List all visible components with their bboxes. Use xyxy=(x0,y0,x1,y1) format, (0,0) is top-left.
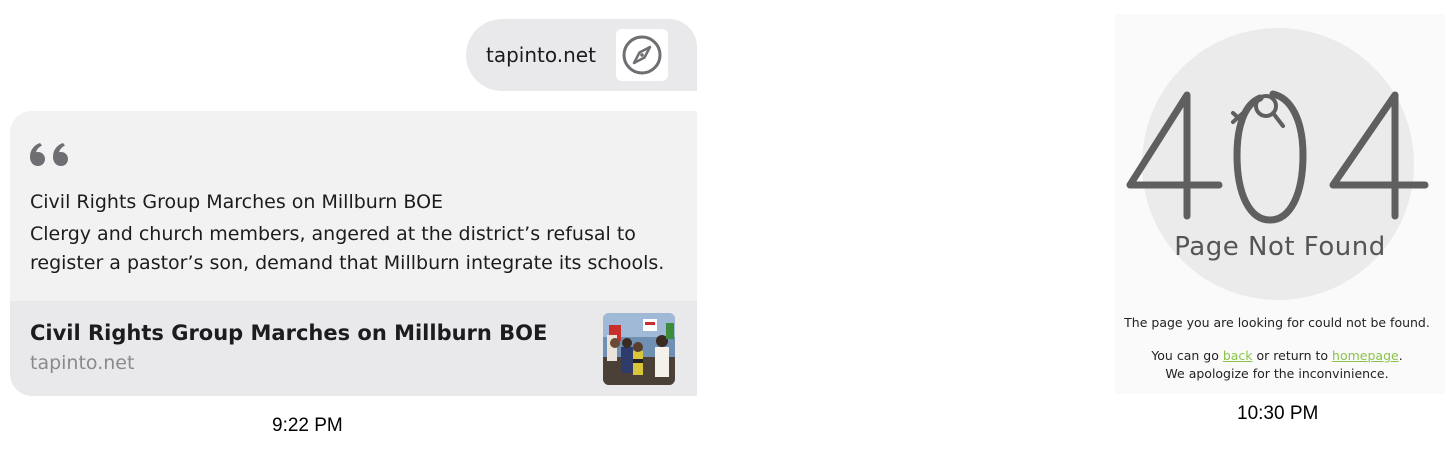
error-description: The page you are looking for could not b… xyxy=(1124,315,1430,330)
error-navigation-text: You can go back or return to homepage. xyxy=(1115,348,1439,363)
safari-link-button[interactable] xyxy=(616,29,668,81)
message-timestamp: 10:30 PM xyxy=(1237,403,1319,424)
link-domain: tapinto.net xyxy=(30,352,135,374)
link-title: Civil Rights Group Marches on Millburn B… xyxy=(30,321,548,345)
link-thumbnail-image xyxy=(603,313,675,385)
back-link[interactable]: back xyxy=(1223,348,1253,363)
url-message-bubble[interactable]: tapinto.net xyxy=(466,19,697,91)
nav-middle: or return to xyxy=(1256,348,1329,363)
url-domain-text: tapinto.net xyxy=(486,43,596,67)
error-code-404-art xyxy=(1126,90,1429,224)
homepage-link[interactable]: homepage xyxy=(1332,348,1399,363)
link-footer[interactable]: Civil Rights Group Marches on Millburn B… xyxy=(10,301,697,396)
compass-icon xyxy=(622,35,662,75)
quote-title: Civil Rights Group Marches on Millburn B… xyxy=(30,191,444,213)
error-page-screenshot: Page Not Found The page you are looking … xyxy=(1115,14,1445,394)
magnifier-icon xyxy=(1231,94,1285,128)
link-preview-card[interactable]: Civil Rights Group Marches on Millburn B… xyxy=(10,111,697,396)
error-title: Page Not Found xyxy=(1174,232,1386,262)
nav-suffix: . xyxy=(1398,348,1403,363)
nav-prefix: You can go xyxy=(1151,348,1219,363)
message-timestamp: 9:22 PM xyxy=(272,415,343,436)
quote-mark-icon xyxy=(30,143,68,166)
error-apology: We apologize for the inconvinience. xyxy=(1165,366,1389,381)
quote-section: Civil Rights Group Marches on Millburn B… xyxy=(10,111,697,301)
quote-body: Clergy and church members, angered at th… xyxy=(30,223,665,274)
